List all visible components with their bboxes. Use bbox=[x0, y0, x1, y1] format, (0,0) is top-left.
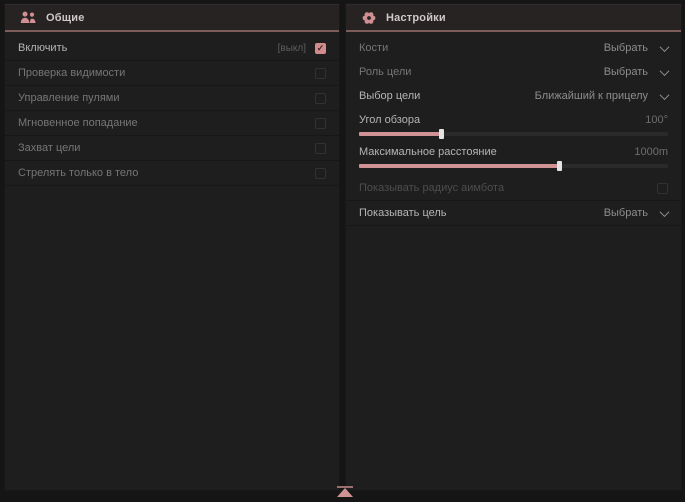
instant-hit-checkbox[interactable]: ✓ bbox=[315, 118, 326, 129]
panel-general-header: Общие bbox=[5, 5, 339, 32]
row-max-distance: Максимальное расстояние 1000m bbox=[346, 140, 681, 172]
row-enable[interactable]: Включить [выкл] ✓ bbox=[5, 36, 339, 61]
show-radius-checkbox[interactable]: ✓ bbox=[657, 183, 668, 194]
target-lock-checkbox[interactable]: ✓ bbox=[315, 143, 326, 154]
row-label: Выбор цели bbox=[359, 90, 420, 102]
bones-dropdown[interactable]: Выбрать bbox=[604, 42, 668, 54]
window: Общие Включить [выкл] ✓ Проверка видимос… bbox=[0, 0, 685, 502]
panel-title: Общие bbox=[46, 12, 85, 24]
checkmark-icon: ✓ bbox=[317, 44, 325, 53]
chevron-down-icon bbox=[660, 42, 670, 52]
slider-value: 1000m bbox=[634, 146, 668, 158]
row-target-lock[interactable]: Захват цели ✓ bbox=[5, 136, 339, 161]
row-label: Захват цели bbox=[18, 142, 80, 154]
chevron-down-icon bbox=[660, 90, 670, 100]
row-bullet-control[interactable]: Управление пулями ✓ bbox=[5, 86, 339, 111]
slider-handle[interactable] bbox=[439, 129, 444, 139]
target-role-dropdown[interactable]: Выбрать bbox=[604, 66, 668, 78]
row-label: Проверка видимости bbox=[18, 67, 125, 79]
bullet-control-checkbox[interactable]: ✓ bbox=[315, 93, 326, 104]
row-label: Угол обзора bbox=[359, 114, 420, 126]
target-selection-dropdown[interactable]: Ближайший к прицелу bbox=[535, 90, 668, 102]
users-icon bbox=[20, 11, 37, 24]
row-label: Показывать радиус аимбота bbox=[359, 182, 504, 194]
slider-value: 100° bbox=[645, 114, 668, 126]
row-bones[interactable]: Кости Выбрать bbox=[346, 36, 681, 60]
dropdown-value: Выбрать bbox=[604, 42, 648, 54]
settings-rows: Кости Выбрать Роль цели Выбрать Выбор це… bbox=[346, 32, 681, 226]
row-label: Мгновенное попадание bbox=[18, 117, 138, 129]
slider-fill bbox=[359, 132, 442, 136]
row-show-target[interactable]: Показывать цель Выбрать bbox=[346, 201, 681, 226]
panel-settings: Настройки Кости Выбрать Роль цели Выбрат… bbox=[346, 4, 681, 490]
row-label: Включить bbox=[18, 42, 67, 54]
dropdown-value: Выбрать bbox=[604, 207, 648, 219]
slider-handle[interactable] bbox=[557, 161, 562, 171]
row-target-role[interactable]: Роль цели Выбрать bbox=[346, 60, 681, 84]
row-show-aimbot-radius[interactable]: Показывать радиус аимбота ✓ bbox=[346, 176, 681, 201]
enable-checkbox[interactable]: ✓ bbox=[315, 43, 326, 54]
general-rows: Включить [выкл] ✓ Проверка видимости ✓ У… bbox=[5, 32, 339, 186]
row-body-only[interactable]: Стрелять только в тело ✓ bbox=[5, 161, 339, 186]
fov-slider[interactable] bbox=[359, 132, 668, 136]
gear-icon bbox=[361, 10, 377, 26]
row-fov: Угол обзора 100° bbox=[346, 108, 681, 140]
panel-settings-header: Настройки bbox=[346, 5, 681, 32]
chevron-down-icon bbox=[660, 66, 670, 76]
show-target-dropdown[interactable]: Выбрать bbox=[604, 207, 668, 219]
row-label: Роль цели bbox=[359, 66, 411, 78]
row-label: Управление пулями bbox=[18, 92, 120, 104]
hotkey-state: [выкл] bbox=[278, 43, 306, 54]
row-target-selection[interactable]: Выбор цели Ближайший к прицелу bbox=[346, 84, 681, 108]
body-only-checkbox[interactable]: ✓ bbox=[315, 168, 326, 179]
row-label: Показывать цель bbox=[359, 207, 447, 219]
row-visibility-check[interactable]: Проверка видимости ✓ bbox=[5, 61, 339, 86]
max-distance-slider[interactable] bbox=[359, 164, 668, 168]
dropdown-value: Ближайший к прицелу bbox=[535, 90, 648, 102]
panel-general: Общие Включить [выкл] ✓ Проверка видимос… bbox=[5, 4, 339, 490]
row-label: Кости bbox=[359, 42, 388, 54]
chevron-down-icon bbox=[660, 207, 670, 217]
panel-title: Настройки bbox=[386, 12, 446, 24]
row-label: Стрелять только в тело bbox=[18, 167, 138, 179]
visibility-checkbox[interactable]: ✓ bbox=[315, 68, 326, 79]
row-instant-hit[interactable]: Мгновенное попадание ✓ bbox=[5, 111, 339, 136]
row-label: Максимальное расстояние bbox=[359, 146, 497, 158]
dropdown-value: Выбрать bbox=[604, 66, 648, 78]
slider-fill bbox=[359, 164, 560, 168]
up-triangle-icon[interactable] bbox=[337, 488, 353, 497]
